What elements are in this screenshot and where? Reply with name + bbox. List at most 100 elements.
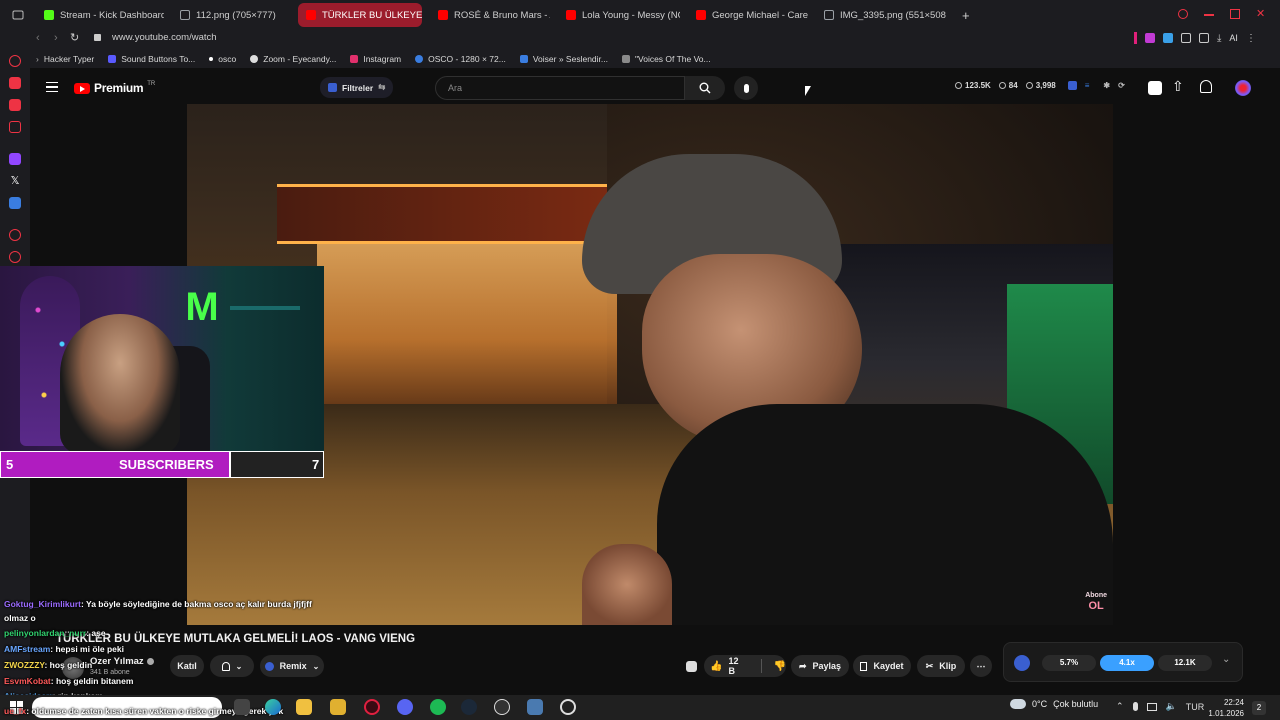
cloud-icon [1010, 699, 1026, 709]
history-icon[interactable] [9, 229, 21, 241]
extension-icon[interactable] [1067, 81, 1077, 90]
more-actions-button[interactable]: ⋯ [970, 655, 992, 677]
puzzle-icon[interactable] [1181, 33, 1191, 43]
clock[interactable]: 22:24 1.01.2026 [1200, 697, 1244, 719]
avatar[interactable] [1235, 80, 1251, 96]
network-icon[interactable] [1146, 702, 1157, 711]
channel-name[interactable]: Ozer Yılmaz [90, 656, 144, 667]
messenger-icon[interactable] [9, 99, 21, 111]
weather-widget[interactable]: 0°C Çok bulutlu [1010, 699, 1098, 709]
bookmark-item[interactable]: Sound Buttons To... [108, 54, 195, 64]
clip-button[interactable]: ✂ Klip [917, 655, 965, 677]
close-icon[interactable]: ✕ [1256, 9, 1266, 20]
tab-image-3395[interactable]: IMG_3395.png (551×508) [816, 3, 946, 27]
twitch-chat-icon[interactable] [9, 77, 21, 89]
video-player[interactable]: Abone OL [187, 104, 1113, 625]
subscribe-watermark[interactable]: Abone OL [1085, 591, 1107, 612]
forward-icon[interactable]: › [54, 32, 58, 44]
document-icon [824, 10, 834, 20]
restore-icon[interactable] [1230, 9, 1240, 19]
notification-badge[interactable]: 2 [1252, 701, 1266, 715]
url-field[interactable]: www.youtube.com/watch [112, 32, 217, 43]
x-icon[interactable]: 𝕏 [9, 175, 21, 187]
tab-rose-apt[interactable]: ROSÉ & Bruno Mars - APT [430, 3, 550, 27]
bookmark-item[interactable]: Instagram [350, 54, 401, 64]
search-input[interactable]: Ara [435, 76, 685, 100]
dislike-button[interactable]: 👎 [774, 661, 786, 672]
tab-image-112[interactable]: 112.png (705×777) [172, 3, 290, 27]
list-icon[interactable]: ≡ [1085, 81, 1090, 90]
ai-button[interactable]: AI [1229, 33, 1238, 43]
upload-icon[interactable]: ⇧ [1172, 78, 1184, 95]
back-icon[interactable]: ‹ [36, 32, 40, 44]
tab-lola-young[interactable]: Lola Young - Messy (NOV [558, 3, 680, 27]
link-icon[interactable]: ⟳ [1118, 81, 1125, 90]
bookmark-item[interactable]: "Voices Of The Vo... [622, 54, 711, 64]
extension-icon[interactable] [1134, 32, 1137, 44]
sidebar-icon[interactable] [1199, 33, 1209, 43]
opera-gx-icon[interactable] [364, 699, 380, 715]
discord-icon[interactable] [397, 699, 413, 715]
bookmark-item[interactable]: Zoom - Eyecandy... [250, 54, 336, 64]
speed-dial-icon[interactable] [9, 55, 21, 67]
notifications-bell-icon[interactable] [1200, 80, 1212, 93]
steam-icon[interactable] [461, 699, 477, 715]
file-explorer-icon[interactable] [296, 699, 312, 715]
spotify-icon[interactable] [430, 699, 446, 715]
share-icon: ➦ [798, 660, 807, 671]
microphone-icon[interactable] [1132, 702, 1138, 711]
obs-icon[interactable] [494, 699, 510, 715]
minimize-icon[interactable] [1204, 14, 1214, 16]
download-icon[interactable]: ⤓ [1217, 33, 1221, 44]
subs-progress-track [230, 451, 324, 478]
chat-message: EsvmKobat: hoş geldin bitanem [4, 676, 134, 686]
edge-icon[interactable] [265, 699, 281, 715]
bell-icon [221, 661, 230, 671]
metrics-widget: 5.7% 4.1x 12.1K ⌄ [1003, 642, 1243, 682]
instagram-icon[interactable] [9, 121, 21, 133]
extension-icon[interactable] [686, 661, 697, 672]
subs-goal: 7 [312, 457, 320, 472]
tab-turkler-video[interactable]: TÜRKLER BU ÜLKEYE [298, 3, 422, 27]
save-button[interactable]: Kaydet [853, 655, 911, 677]
bookmark-item[interactable]: › Hacker Typer [36, 54, 94, 64]
volume-icon[interactable]: 🔈 [1166, 701, 1177, 712]
chevron-up-icon[interactable]: ⌃ [1116, 701, 1124, 712]
voiser-icon [519, 55, 528, 63]
bookmark-item[interactable]: osco [209, 54, 236, 64]
create-button[interactable] [1148, 81, 1162, 95]
gear-icon[interactable]: ✱ [1103, 81, 1110, 90]
tab-kick-dashboard[interactable]: Stream - Kick Dashboard [36, 3, 164, 27]
comments-stat: 3,998 [1025, 81, 1056, 90]
bookmark-item[interactable]: OSCO - 1280 × 72... [415, 54, 506, 64]
clock-icon[interactable] [9, 251, 21, 263]
youtube-icon [306, 10, 316, 20]
app-icon[interactable] [527, 699, 543, 715]
filters-button[interactable]: Filtreler ⇆ [320, 77, 394, 98]
task-view-icon[interactable] [234, 699, 250, 715]
youtube-logo[interactable]: Premium TR [74, 81, 155, 95]
subs-label: SUBSCRIBERS [119, 457, 214, 472]
join-button[interactable]: Katıl [170, 655, 204, 677]
sidebar-toggle-icon[interactable] [0, 0, 36, 30]
voice-search-button[interactable] [734, 76, 758, 100]
subscribe-bell-button[interactable]: ⌄ [210, 655, 254, 677]
extension-icon[interactable] [1163, 33, 1173, 43]
new-tab-button[interactable]: + [954, 3, 978, 27]
search-tabs-icon[interactable] [1178, 9, 1188, 19]
share-button[interactable]: ➦ Paylaş [791, 655, 849, 677]
remix-button[interactable]: Remix ⌄ [260, 655, 324, 677]
reload-icon[interactable]: ↻ [70, 31, 79, 44]
tab-george-michael[interactable]: George Michael - Careles [688, 3, 808, 27]
bookmark-item[interactable]: Voiser » Seslendir... [519, 54, 608, 64]
extension-icon[interactable] [1145, 33, 1155, 43]
files-icon[interactable] [330, 699, 346, 715]
translate-icon[interactable] [9, 197, 21, 209]
twitch-icon[interactable] [9, 153, 21, 165]
chevron-down-icon[interactable]: ⌄ [1222, 654, 1230, 665]
settings-icon[interactable] [560, 699, 576, 715]
like-button[interactable]: 👍 12 B [710, 656, 747, 676]
menu-icon[interactable]: ⋮ [1246, 33, 1256, 44]
search-button[interactable] [685, 76, 725, 100]
hamburger-icon[interactable] [46, 82, 58, 92]
